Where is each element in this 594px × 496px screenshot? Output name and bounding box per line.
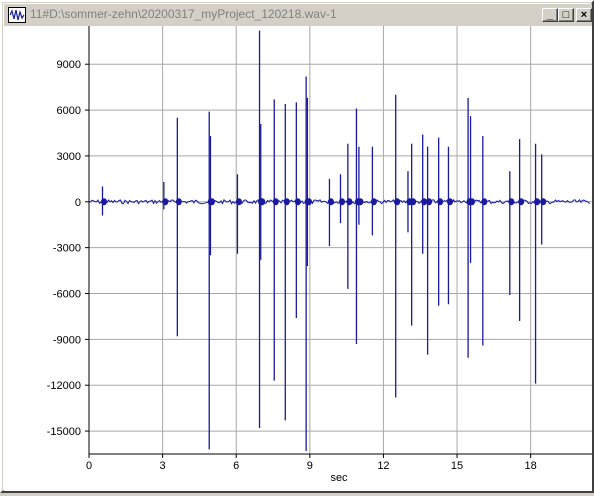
- waveform-burst: [339, 198, 345, 206]
- waveform-burst: [235, 198, 242, 206]
- waveform-burst: [175, 198, 182, 206]
- waveform-burst: [518, 198, 525, 206]
- waveform-burst: [357, 198, 364, 206]
- window-title: 11#D:\sommer-zehn\20200317_myProject_120…: [30, 7, 337, 21]
- x-tick-label: 18: [525, 460, 537, 472]
- y-tick-label: 3000: [57, 151, 81, 163]
- waveform-burst: [508, 198, 515, 206]
- x-tick-label: 0: [86, 460, 92, 472]
- waveform-burst: [394, 198, 401, 206]
- waveform-burst: [305, 198, 312, 206]
- y-tick-label: -12000: [47, 380, 81, 392]
- waveform-burst: [410, 198, 417, 206]
- y-tick-label: -15000: [47, 426, 81, 438]
- x-axis-label: sec: [330, 472, 348, 484]
- waveform-burst: [259, 198, 266, 206]
- waveform-burst: [283, 198, 290, 206]
- x-tick-label: 15: [451, 460, 463, 472]
- minimize-button[interactable]: _: [542, 8, 558, 22]
- waveform-burst: [446, 198, 453, 206]
- y-tick-label: 9000: [57, 59, 81, 71]
- waveform-burst: [437, 198, 444, 206]
- waveform-burst: [481, 198, 488, 206]
- grid: [89, 26, 592, 454]
- plot-area: 0 3 6 9 12 15 18 9000 6000 3000 0 -3000 -6000 -9000 -1…: [4, 26, 592, 491]
- waveform-window: 11#D:\sommer-zehn\20200317_myProject_120…: [0, 0, 594, 493]
- waveform-burst: [469, 198, 476, 206]
- y-tick-label: 6000: [57, 105, 81, 117]
- waveform-burst: [370, 198, 377, 206]
- title-bar[interactable]: 11#D:\sommer-zehn\20200317_myProject_120…: [4, 4, 592, 26]
- waveform-burst: [294, 198, 301, 206]
- waveform-burst: [327, 198, 334, 206]
- y-tick-label: -6000: [53, 289, 81, 301]
- waveform-burst: [162, 198, 169, 206]
- waveform-burst: [346, 198, 353, 206]
- waveform-app-icon: [8, 7, 26, 23]
- x-tick-label: 6: [233, 460, 239, 472]
- waveform-burst: [100, 198, 107, 206]
- y-tick-label: -9000: [53, 334, 81, 346]
- waveform-chart[interactable]: 0 3 6 9 12 15 18 9000 6000 3000 0 -3000 -6000 -9000 -1…: [4, 26, 592, 491]
- close-button[interactable]: ×: [576, 8, 592, 22]
- waveform-burst: [540, 198, 547, 206]
- waveform-burst: [272, 198, 279, 206]
- x-tick-label: 9: [307, 460, 313, 472]
- y-tick-label: -3000: [53, 243, 81, 255]
- maximize-button[interactable]: □: [558, 8, 574, 22]
- y-tick-label: 0: [75, 197, 81, 209]
- waveform-burst: [534, 198, 541, 206]
- x-tick-label: 3: [160, 460, 166, 472]
- waveform-burst: [208, 198, 215, 206]
- waveform: [88, 30, 591, 451]
- waveform-burst: [426, 198, 433, 206]
- x-tick-label: 12: [377, 460, 389, 472]
